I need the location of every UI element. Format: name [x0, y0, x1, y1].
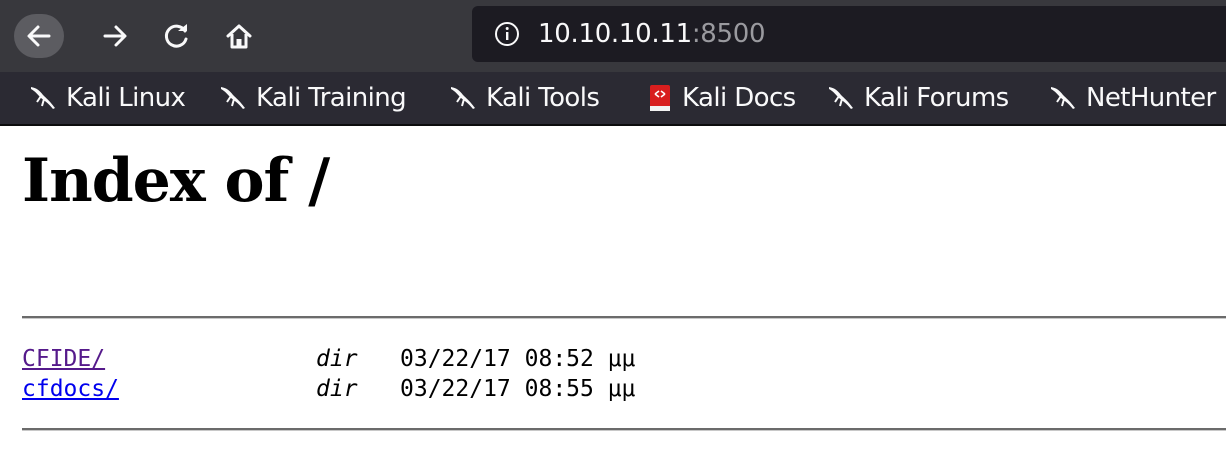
- home-button[interactable]: [216, 14, 262, 58]
- kali-dragon-icon: [31, 87, 55, 109]
- url-port: :8500: [691, 19, 766, 49]
- forward-button[interactable]: [92, 14, 138, 58]
- kali-dragon-icon: [451, 87, 475, 109]
- back-button[interactable]: [14, 14, 64, 58]
- bookmark-label: Kali Training: [256, 83, 407, 113]
- bookmark-label: NetHunter: [1086, 83, 1216, 113]
- entry-type: dir: [316, 376, 358, 402]
- bookmark-kali-training[interactable]: Kali Training: [218, 80, 407, 116]
- bookmark-kali-linux[interactable]: Kali Linux: [28, 80, 186, 116]
- entry-link-cfdocs[interactable]: cfdocs/: [22, 376, 119, 402]
- kali-docs-icon: [650, 85, 670, 111]
- bookmark-kali-docs[interactable]: Kali Docs: [644, 80, 796, 116]
- bookmark-kali-forums[interactable]: Kali Forums: [826, 80, 1009, 116]
- info-icon[interactable]: [494, 21, 520, 47]
- browser-toolbar: 10.10.10.11:8500: [0, 0, 1226, 72]
- reload-button[interactable]: [154, 14, 200, 58]
- bookmark-label: Kali Forums: [864, 83, 1009, 113]
- bookmark-label: Kali Docs: [682, 83, 796, 113]
- bookmark-nethunter[interactable]: NetHunter: [1048, 80, 1216, 116]
- url-text[interactable]: 10.10.10.11:8500: [538, 19, 766, 49]
- entry-type: dir: [316, 346, 358, 372]
- entry-link-cfide[interactable]: CFIDE/: [22, 346, 105, 372]
- bookmarks-toolbar: Kali Linux Kali Training Kali Tools Kali…: [0, 72, 1226, 126]
- kali-dragon-icon: [1051, 87, 1075, 109]
- kali-dragon-icon: [829, 87, 853, 109]
- bottom-divider: [22, 428, 1226, 431]
- kali-dragon-icon: [221, 87, 245, 109]
- arrow-right-icon: [103, 25, 127, 47]
- bookmark-label: Kali Linux: [66, 83, 186, 113]
- arrow-left-icon: [27, 25, 51, 47]
- page-title: Index of /: [22, 146, 330, 216]
- top-divider: [22, 316, 1226, 319]
- page-content: Index of / CFIDE/ dir 03/22/17 08:52 μμ …: [0, 128, 1226, 468]
- entry-date: 03/22/17 08:52 μμ: [400, 346, 636, 372]
- home-icon: [226, 24, 252, 49]
- entry-date: 03/22/17 08:55 μμ: [400, 376, 636, 402]
- bookmark-label: Kali Tools: [486, 83, 600, 113]
- bookmark-kali-tools[interactable]: Kali Tools: [448, 80, 600, 116]
- address-bar[interactable]: 10.10.10.11:8500: [472, 6, 1226, 62]
- url-host: 10.10.10.11: [538, 19, 692, 49]
- reload-icon: [164, 24, 188, 48]
